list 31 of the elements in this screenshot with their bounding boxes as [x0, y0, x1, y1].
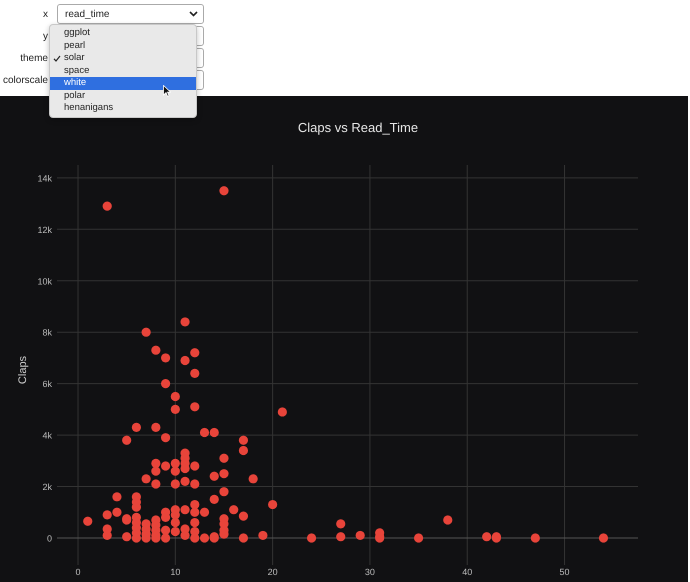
menu-option[interactable]: space	[50, 64, 196, 77]
control-label: y	[42, 30, 49, 42]
chevron-icon	[189, 11, 198, 17]
checkmark-icon	[53, 55, 61, 62]
menu-option[interactable]: ggplot	[50, 27, 196, 40]
axis-tick-label: 10	[170, 567, 180, 577]
axis-tick-label: 50	[560, 567, 570, 577]
cursor-icon	[163, 85, 171, 97]
axis-tick-label: 8k	[42, 328, 52, 338]
control-label: theme	[19, 52, 49, 64]
axis-tick-label: 2k	[42, 482, 52, 492]
menu-option[interactable]: polar	[50, 90, 196, 102]
axis-tick-label: 14k	[37, 173, 52, 184]
axis-tick-label: 0	[76, 567, 81, 577]
axis-tick-label: 30	[364, 567, 375, 577]
axis-label: Claps	[17, 356, 29, 384]
menu-option[interactable]: henanigans	[50, 102, 196, 114]
axis-tick-label: 20	[268, 567, 278, 577]
chart-title: Claps vs Read_Time	[298, 120, 418, 135]
menu-option[interactable]: solar	[50, 52, 196, 64]
axis-tick-label: 4k	[42, 430, 52, 441]
menu-option[interactable]: white	[50, 77, 196, 90]
axis-tick-label: 40	[462, 567, 472, 577]
menu-option[interactable]: pearl	[50, 40, 196, 52]
axis-tick-label: 6k	[42, 379, 52, 390]
control-label: x	[42, 8, 49, 20]
axis-tick-label: 10k	[37, 276, 52, 286]
axis-tick-label: 0	[46, 534, 52, 544]
axis-tick-label: 12k	[37, 224, 52, 235]
control-label: colorscale	[2, 74, 49, 86]
select-field[interactable]: read_time	[57, 4, 204, 24]
